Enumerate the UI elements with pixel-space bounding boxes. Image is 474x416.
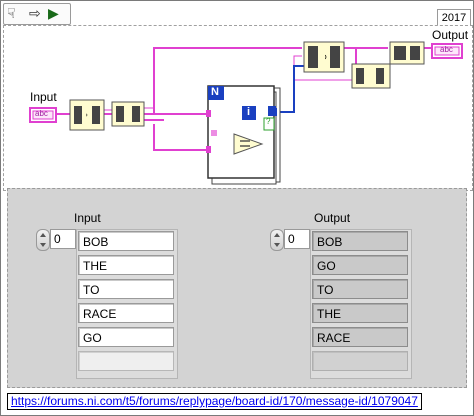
input-index-spinner[interactable]: [36, 229, 50, 251]
output-index-spinner[interactable]: [270, 229, 284, 251]
output-element: GO: [312, 255, 408, 275]
source-link[interactable]: https://forums.ni.com/t5/forums/replypag…: [7, 393, 422, 410]
output-array: BOB GO TO THE RACE: [312, 231, 408, 375]
output-index-display: 0: [270, 229, 314, 251]
input-element[interactable]: TO: [78, 279, 174, 299]
input-array: BOB THE TO RACE GO: [78, 231, 174, 375]
output-index-value[interactable]: 0: [284, 229, 310, 249]
hand-icon[interactable]: ☟: [7, 4, 16, 24]
diagram-canvas: [29, 41, 463, 185]
toolbar: ☟ ⇨ ▶ 2017: [1, 1, 474, 27]
output-element: RACE: [312, 327, 408, 347]
output-element: BOB: [312, 231, 408, 251]
arrow-icon[interactable]: ⇨: [29, 4, 41, 24]
diagram-output-label: Output: [432, 28, 469, 42]
input-index-value[interactable]: 0: [50, 229, 76, 249]
output-array-label: Output: [314, 211, 351, 225]
iteration-label: i: [247, 106, 251, 118]
input-element-empty[interactable]: [78, 351, 174, 371]
input-array-label: Input: [74, 211, 101, 225]
output-element-empty: [312, 351, 408, 371]
block-diagram: Input Output abc abc N i ?: [3, 25, 473, 191]
version-tab[interactable]: 2017: [437, 9, 471, 26]
input-terminal-type: abc: [35, 109, 48, 118]
input-element[interactable]: GO: [78, 327, 174, 347]
loop-count-label: N: [211, 86, 219, 98]
output-terminal-type: abc: [440, 45, 453, 54]
toolbar-buttons: ☟ ⇨ ▶: [3, 3, 71, 25]
output-element: THE: [312, 303, 408, 323]
input-element[interactable]: BOB: [78, 231, 174, 251]
vi-window: ☟ ⇨ ▶ 2017 Input Output abc abc N i ? In…: [0, 0, 474, 416]
diagram-input-label: Input: [30, 90, 57, 104]
front-panel: Input 0 BOB THE TO RACE GO Output 0 BOB …: [7, 188, 467, 388]
input-element[interactable]: RACE: [78, 303, 174, 323]
conditional-label: ?: [266, 117, 271, 126]
input-index-display: 0: [36, 229, 80, 251]
input-element[interactable]: THE: [78, 255, 174, 275]
run-icon[interactable]: ▶: [48, 4, 59, 24]
output-element: TO: [312, 279, 408, 299]
